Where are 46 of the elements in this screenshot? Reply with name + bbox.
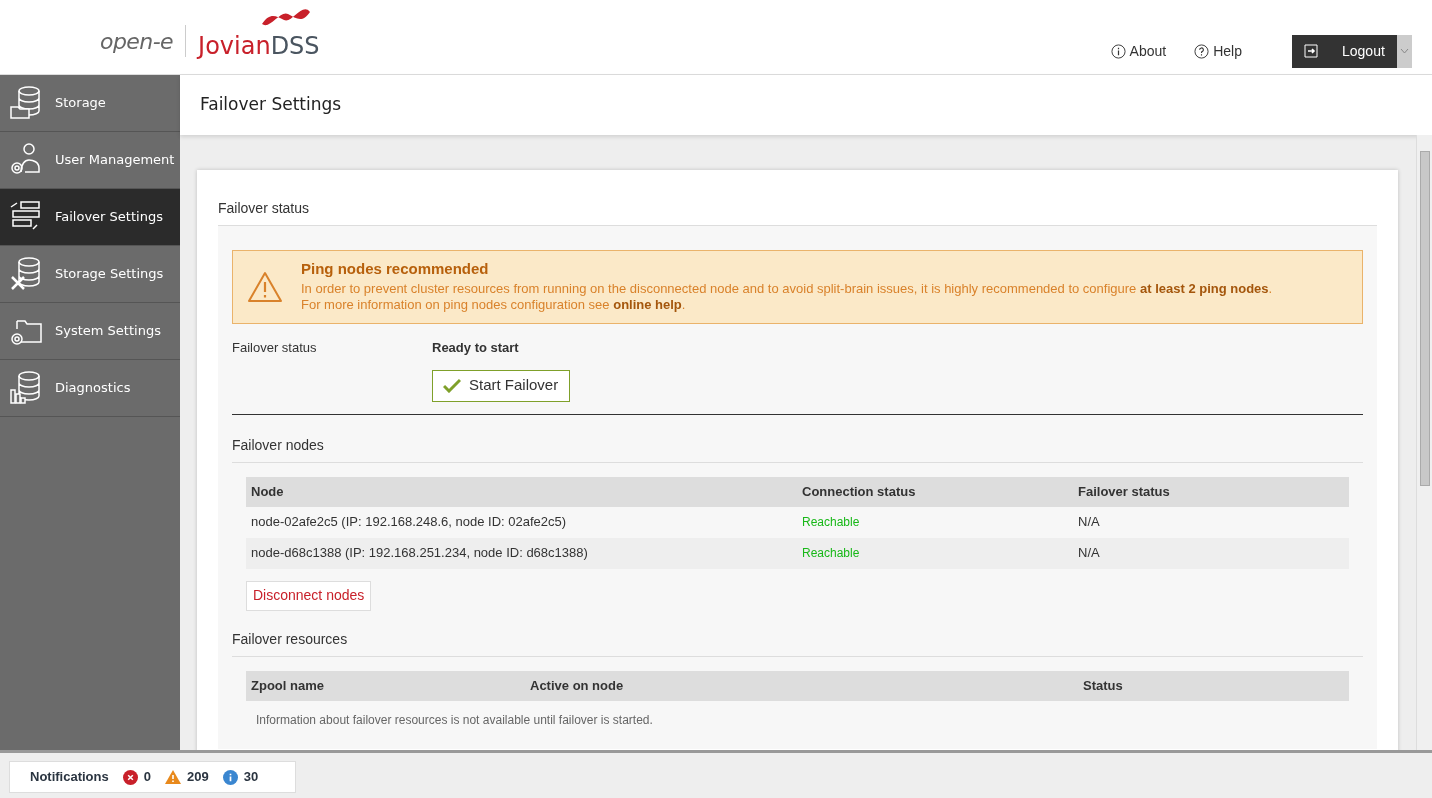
column-header: Connection status [801, 482, 917, 501]
alert-title: Ping nodes recommended [301, 261, 490, 277]
table-cell-text: node-d68c1388 (IP: 192.168.251.234, node ID: d68c1388) [250, 544, 589, 563]
status-value: Ready to start [432, 339, 520, 357]
help-link[interactable]: Help [1194, 40, 1242, 62]
notification-count: 30 [243, 768, 259, 787]
column-header: Zpool name [250, 676, 325, 695]
help-icon [1194, 43, 1210, 59]
alert-text: In order to prevent cluster resources from running on the disconnected node and to avoid split-brain issues, it is highly recommended to configure at least 2 ping nodes. [301, 281, 1273, 297]
brand-logo-text: open-e [100, 27, 174, 56]
warning-icon [164, 770, 181, 784]
empty-message: Information about failover resources is not available until failover is started. [255, 711, 654, 729]
info-link[interactable]: About [1110, 40, 1167, 62]
table-cell-text: Reachable [801, 545, 861, 562]
alert-text: For more information on ping nodes configuration see online help. [301, 297, 687, 313]
start-failover-button[interactable]: Start Failover [432, 369, 570, 402]
diagnostics-icon [9, 370, 43, 406]
table-cell-text: Reachable [801, 514, 861, 531]
check-icon [443, 378, 461, 393]
sidebar-item[interactable]: Failover Settings [0, 189, 180, 246]
caret-icon [1400, 48, 1409, 54]
error-icon [122, 769, 138, 785]
storage-settings-icon [9, 256, 43, 292]
field-label: Failover status [232, 339, 318, 357]
column-header: Active on node [529, 676, 625, 695]
column-header: Failover status [1077, 482, 1171, 501]
notification-count: 209 [186, 768, 209, 787]
section-heading: Failover resources [232, 628, 1363, 657]
dropdown-button[interactable] [1397, 34, 1412, 68]
section-heading: Failover nodes [232, 434, 1363, 463]
warning-icon [247, 271, 283, 303]
column-header: Node [250, 482, 285, 501]
table-cell-text: N/A [1077, 513, 1101, 532]
storage-icon [9, 85, 43, 121]
column-header: Status [1082, 676, 1124, 695]
product-logo-text: JovianDSS [198, 31, 320, 62]
table-cell-text: N/A [1077, 544, 1101, 563]
logout-button[interactable]: Logout [1292, 34, 1397, 68]
table-cell-text: node-02afe2c5 (IP: 192.168.248.6, node ID: 02afe2c5) [250, 513, 568, 532]
notification-count: 0 [143, 768, 151, 787]
info-icon [222, 769, 238, 785]
disconnect-nodes-button[interactable]: Disconnect nodes [246, 580, 372, 611]
page-title: Failover Settings [200, 93, 342, 117]
info-icon [1110, 43, 1126, 59]
notifications-panel[interactable]: Notifications 0 209 30 [9, 761, 296, 793]
exit-icon [1304, 44, 1318, 58]
